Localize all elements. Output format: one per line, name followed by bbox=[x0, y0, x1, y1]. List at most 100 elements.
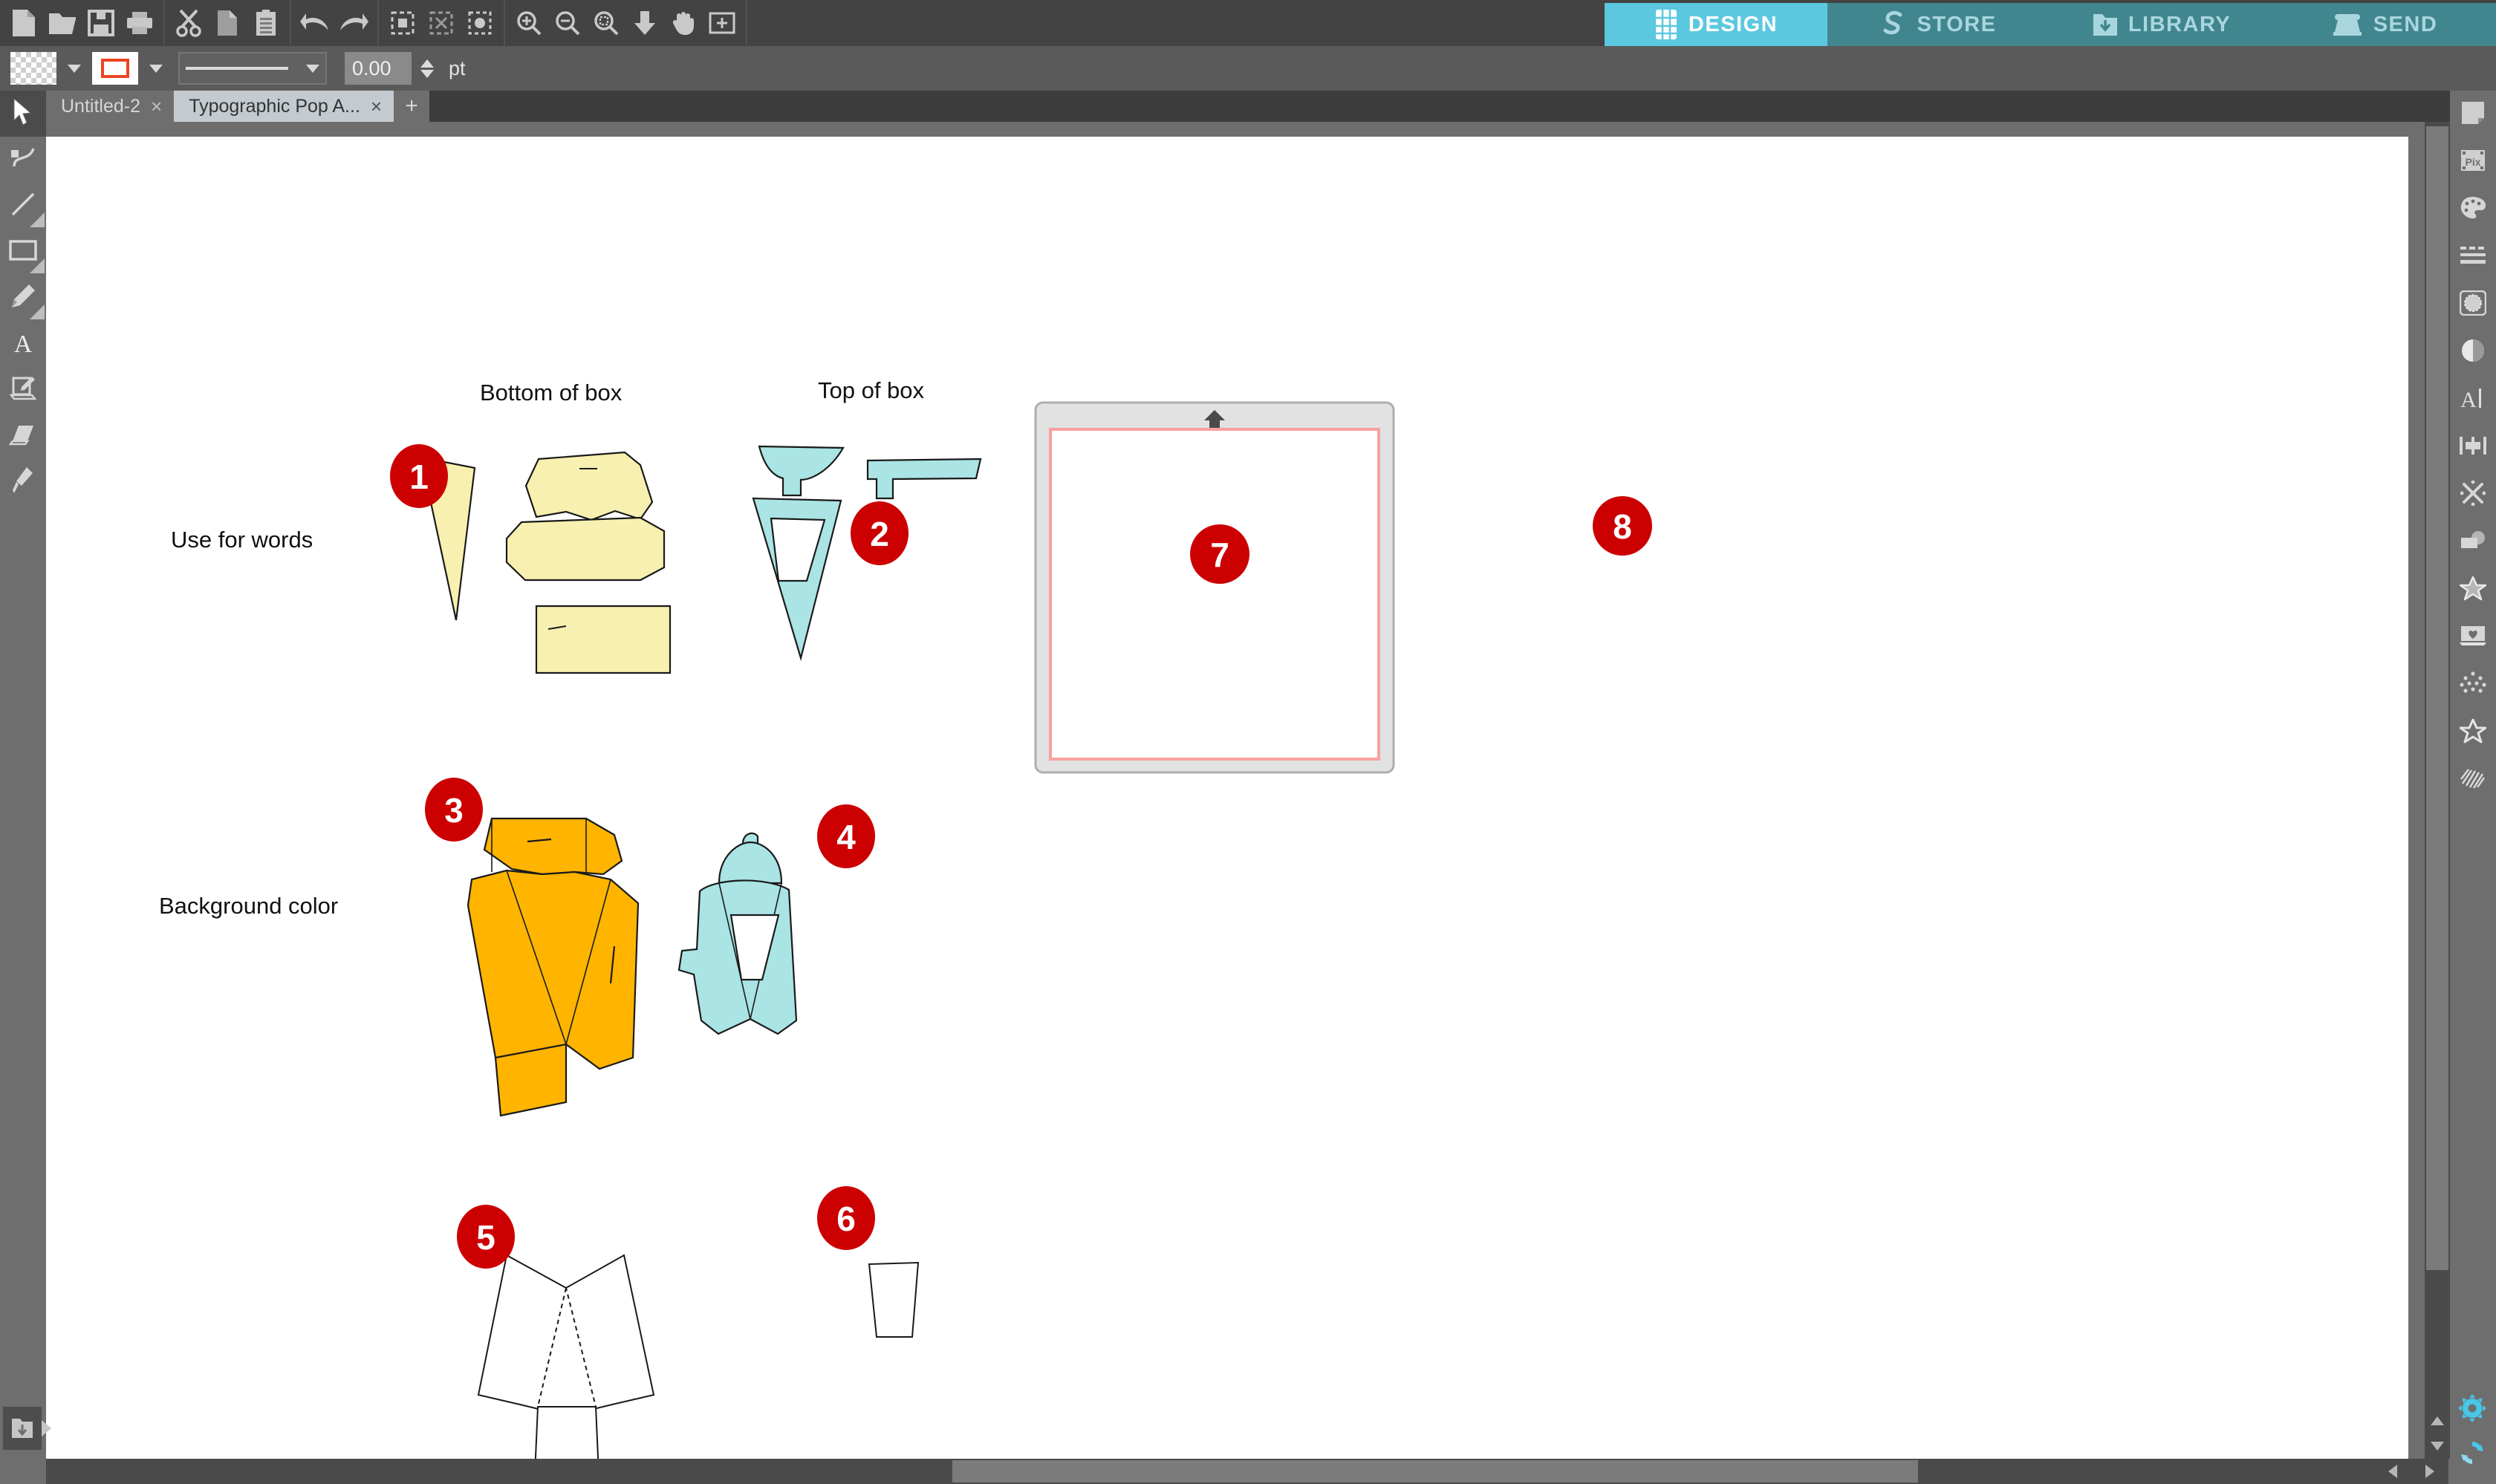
sync-refresh-button[interactable] bbox=[2451, 1432, 2493, 1477]
close-icon[interactable]: × bbox=[371, 95, 382, 118]
transparency-panel-button[interactable] bbox=[2450, 328, 2496, 376]
fill-color-swatch[interactable] bbox=[10, 52, 56, 85]
select-all-button[interactable] bbox=[383, 0, 422, 46]
shape-group-cyan-cone-window[interactable] bbox=[752, 497, 842, 662]
mode-tab-send[interactable]: SEND bbox=[2273, 3, 2496, 46]
library-download-icon[interactable] bbox=[3, 1407, 42, 1450]
shape-group-cyan-lid-net[interactable] bbox=[677, 832, 798, 1035]
new-tab-button[interactable]: + bbox=[394, 91, 430, 122]
open-folder-button[interactable] bbox=[43, 0, 82, 46]
select-tool-button[interactable] bbox=[0, 91, 46, 137]
stepper-up-icon[interactable] bbox=[420, 59, 434, 68]
scroll-up-button[interactable] bbox=[2425, 1408, 2450, 1433]
vertical-scrollbar[interactable] bbox=[2425, 122, 2450, 1459]
document-tabs: Untitled-2 × Typographic Pop A... × + bbox=[46, 91, 430, 122]
horizontal-scrollbar-thumb[interactable] bbox=[952, 1460, 1918, 1483]
shape-group-orange-box-net[interactable] bbox=[467, 817, 640, 1117]
line-tool-button[interactable] bbox=[0, 183, 46, 229]
text-style-panel-button[interactable]: A bbox=[2450, 376, 2496, 423]
badge-8[interactable]: 8 bbox=[1593, 496, 1652, 556]
fill-pattern-panel-button[interactable] bbox=[2450, 281, 2496, 328]
preferences-gear-button[interactable] bbox=[2451, 1387, 2493, 1432]
hand-pan-button[interactable] bbox=[664, 0, 703, 46]
badge-1[interactable]: 1 bbox=[390, 444, 448, 508]
shape-group-cyan-lid-strip[interactable] bbox=[866, 458, 982, 500]
grid-frame-button[interactable] bbox=[703, 0, 741, 46]
align-panel-button[interactable] bbox=[2450, 423, 2496, 471]
flyout-triangle-icon[interactable] bbox=[30, 305, 45, 319]
redo-button[interactable] bbox=[334, 0, 373, 46]
flyout-triangle-icon[interactable] bbox=[30, 258, 45, 273]
badge-6[interactable]: 6 bbox=[817, 1186, 875, 1250]
new-document-button[interactable] bbox=[4, 0, 43, 46]
zoom-in-button[interactable] bbox=[510, 0, 548, 46]
drawer-expand-icon[interactable] bbox=[42, 1420, 51, 1436]
stepper-down-icon[interactable] bbox=[420, 69, 434, 78]
zoom-selection-button[interactable] bbox=[587, 0, 625, 46]
page-setup-panel-button[interactable] bbox=[2450, 91, 2496, 138]
palette-icon bbox=[2460, 196, 2486, 224]
badge-3[interactable]: 3 bbox=[425, 778, 483, 842]
edit-points-tool-button[interactable] bbox=[0, 137, 46, 183]
line-weight-stepper[interactable] bbox=[420, 59, 434, 78]
scroll-left-button[interactable] bbox=[2374, 1459, 2411, 1484]
fit-to-window-button[interactable] bbox=[625, 0, 664, 46]
pixscan-panel-button[interactable]: Pix bbox=[2450, 138, 2496, 186]
knife-tool-button[interactable] bbox=[0, 459, 46, 505]
mode-tab-design[interactable]: DESIGN bbox=[1605, 3, 1827, 46]
mode-tab-library[interactable]: LIBRARY bbox=[2050, 3, 2273, 46]
design-store-panel-button[interactable] bbox=[2450, 709, 2496, 756]
line-weight-input[interactable]: 0.00 bbox=[345, 52, 412, 85]
select-by-color-button[interactable] bbox=[461, 0, 499, 46]
draw-tool-button[interactable] bbox=[0, 275, 46, 321]
document-tab-untitled-2[interactable]: Untitled-2 × bbox=[46, 91, 175, 122]
printer-button[interactable] bbox=[120, 0, 159, 46]
my-library-panel-button[interactable] bbox=[2450, 614, 2496, 661]
vertical-scrollbar-thumb[interactable] bbox=[2426, 126, 2448, 1270]
line-color-swatch[interactable] bbox=[92, 52, 138, 85]
line-style-panel-button[interactable] bbox=[2450, 233, 2496, 281]
shape-group-cyan-lid-flare[interactable] bbox=[758, 445, 845, 497]
canvas-viewport[interactable]: Bottom of box Top of box Use for words B… bbox=[46, 122, 2450, 1484]
shape-group-yellow-bottom-of-box[interactable] bbox=[505, 451, 672, 674]
document-tab-typographic-pop[interactable]: Typographic Pop A... × bbox=[174, 91, 394, 122]
save-disk-button[interactable] bbox=[82, 0, 120, 46]
design-page[interactable]: Bottom of box Top of box Use for words B… bbox=[46, 137, 2408, 1459]
copy-button[interactable] bbox=[208, 0, 247, 46]
scroll-down-button[interactable] bbox=[2425, 1433, 2450, 1459]
page-corner-icon bbox=[2460, 100, 2486, 129]
fill-color-chevron-down-icon[interactable] bbox=[68, 64, 81, 73]
close-icon[interactable]: × bbox=[151, 95, 162, 118]
scroll-right-button[interactable] bbox=[2411, 1459, 2448, 1484]
mode-tab-store[interactable]: STORE bbox=[1827, 3, 2050, 46]
sketch-panel-button[interactable] bbox=[2450, 756, 2496, 804]
modify-star-burst-icon bbox=[2460, 480, 2486, 510]
deselect-all-button[interactable] bbox=[422, 0, 461, 46]
badge-5[interactable]: 5 bbox=[457, 1205, 515, 1269]
cutting-mat-preview[interactable] bbox=[1034, 401, 1395, 774]
badge-2[interactable]: 2 bbox=[851, 501, 909, 565]
line-color-chevron-down-icon[interactable] bbox=[149, 64, 163, 73]
undo-button[interactable] bbox=[296, 0, 334, 46]
eraser-tool-button[interactable] bbox=[0, 413, 46, 459]
rectangle-tool-button[interactable] bbox=[0, 229, 46, 275]
rhinestone-panel-button[interactable] bbox=[2450, 661, 2496, 709]
badge-4[interactable]: 4 bbox=[817, 804, 875, 868]
design-artwork[interactable]: Bottom of box Top of box Use for words B… bbox=[46, 137, 2408, 1459]
shape-group-lid-window-piece[interactable] bbox=[868, 1261, 920, 1338]
cut-button[interactable] bbox=[169, 0, 208, 46]
modify-panel-button[interactable] bbox=[2450, 471, 2496, 518]
horizontal-scrollbar[interactable] bbox=[46, 1459, 2425, 1484]
library-drawer-toggle[interactable] bbox=[3, 1407, 51, 1450]
text-tool-button[interactable]: A bbox=[0, 321, 46, 367]
badge-7[interactable]: 7 bbox=[1190, 524, 1249, 584]
shape-group-wax-paper-template[interactable] bbox=[477, 1254, 655, 1459]
zoom-out-button[interactable] bbox=[548, 0, 587, 46]
fill-color-panel-button[interactable] bbox=[2450, 186, 2496, 233]
trace-panel-button[interactable] bbox=[2450, 566, 2496, 614]
flyout-triangle-icon[interactable] bbox=[30, 212, 45, 227]
paste-clipboard-button[interactable] bbox=[247, 0, 285, 46]
notes-tool-button[interactable] bbox=[0, 367, 46, 413]
line-style-dropdown[interactable] bbox=[178, 52, 327, 85]
offset-panel-button[interactable] bbox=[2450, 518, 2496, 566]
